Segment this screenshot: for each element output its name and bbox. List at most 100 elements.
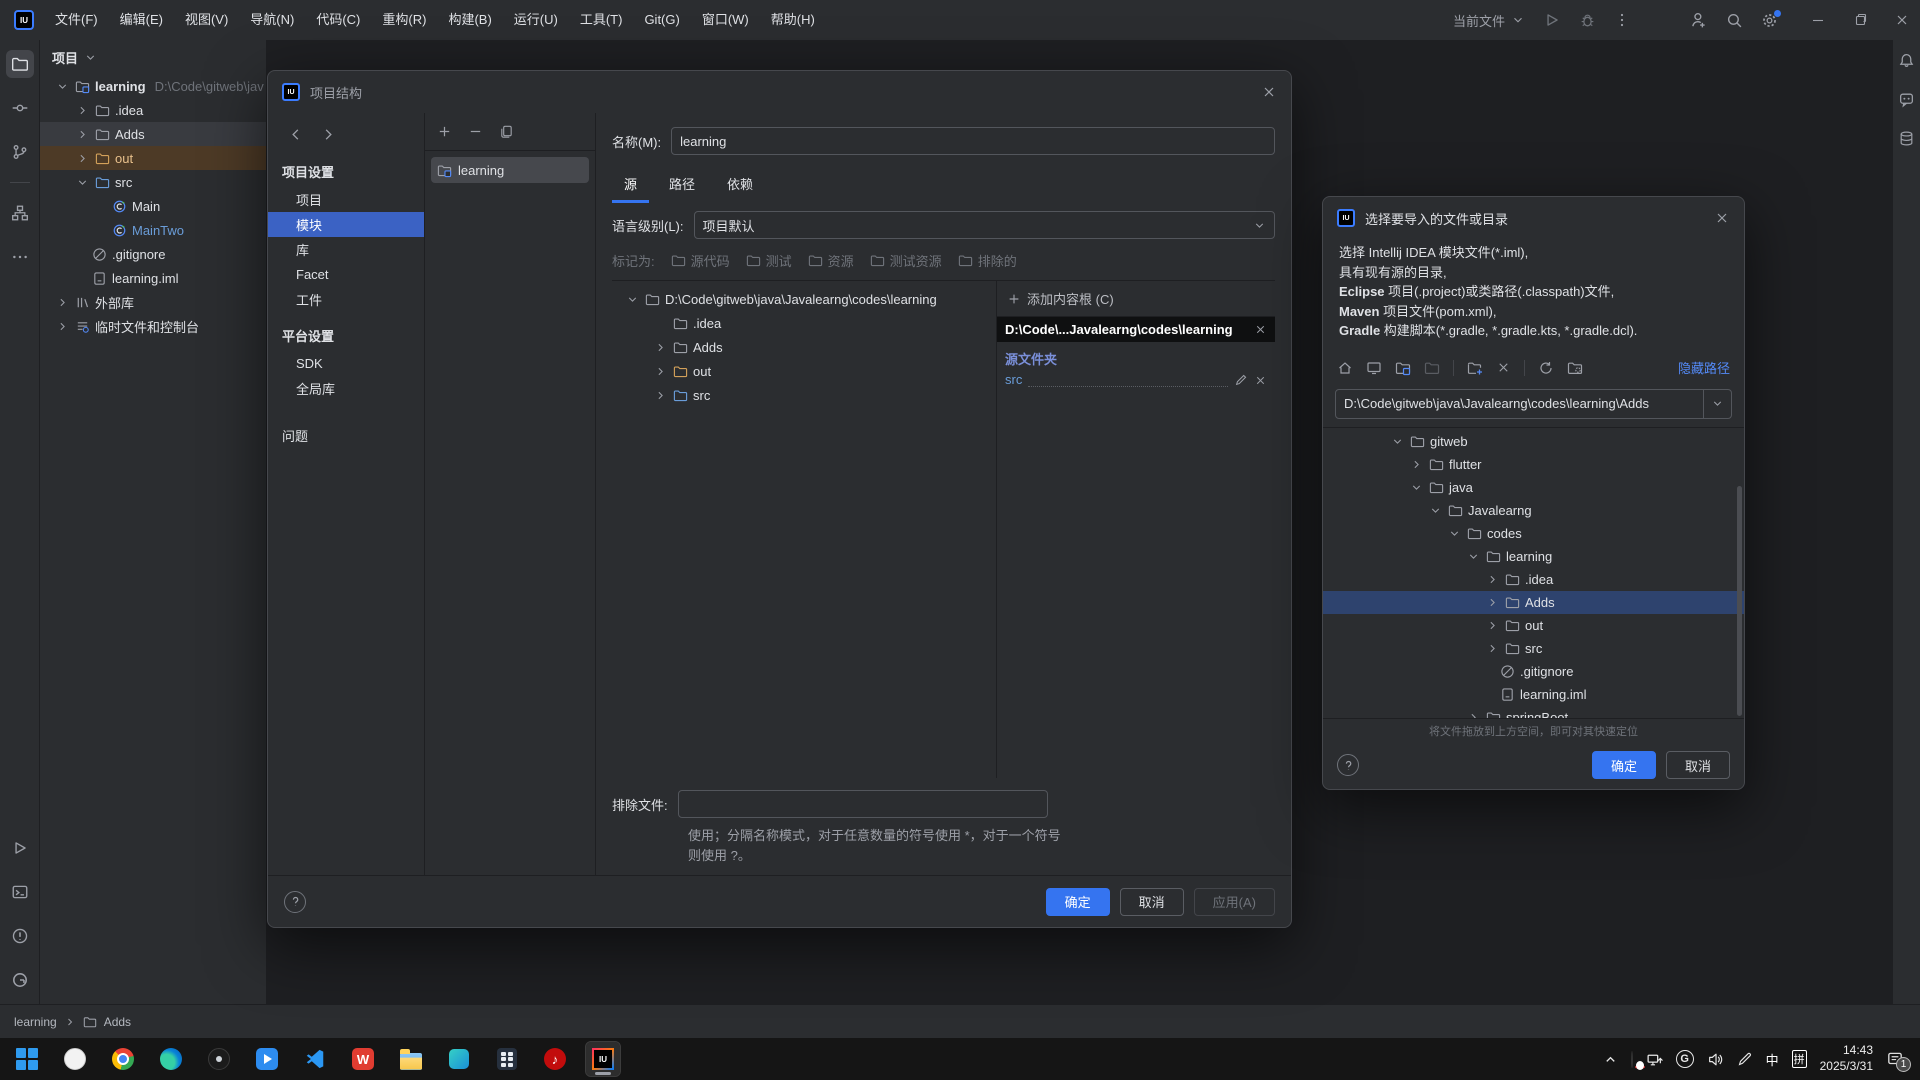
chevron-right-icon[interactable] bbox=[54, 296, 70, 309]
dialog-titlebar[interactable]: IU 选择要导入的文件或目录 bbox=[1323, 197, 1744, 239]
content-tree-item-out[interactable]: out bbox=[612, 359, 996, 383]
menu-tools[interactable]: 工具(T) bbox=[569, 0, 634, 40]
debug-icon[interactable] bbox=[1579, 12, 1596, 29]
chevron-right-icon[interactable] bbox=[1465, 711, 1481, 720]
taskbar-app-edge[interactable] bbox=[154, 1042, 188, 1076]
menu-run[interactable]: 运行(U) bbox=[503, 0, 569, 40]
file-tree-item-learning-iml[interactable]: learning.iml bbox=[1323, 683, 1744, 706]
sidebar-item-artifacts[interactable]: 工件 bbox=[268, 287, 424, 312]
tree-item-external-libraries[interactable]: 外部库 bbox=[40, 290, 266, 314]
chevron-down-icon[interactable] bbox=[1389, 435, 1405, 448]
chevron-down-icon[interactable] bbox=[624, 293, 640, 306]
tab-dependencies[interactable]: 依赖 bbox=[715, 165, 765, 203]
cancel-button[interactable]: 取消 bbox=[1666, 751, 1730, 779]
chevron-down-icon[interactable] bbox=[1408, 481, 1424, 494]
remove-content-root-icon[interactable] bbox=[1254, 323, 1267, 336]
tree-item-idea[interactable]: .idea bbox=[40, 98, 266, 122]
new-folder-icon[interactable] bbox=[1467, 360, 1483, 376]
module-directory-icon[interactable] bbox=[1424, 360, 1440, 376]
menu-refactor[interactable]: 重构(R) bbox=[371, 0, 437, 40]
chevron-right-icon[interactable] bbox=[652, 365, 668, 378]
content-root-row[interactable]: D:\Code\gitweb\java\Javalearng\codes\lea… bbox=[612, 287, 996, 311]
file-tree-item-gitignore[interactable]: .gitignore bbox=[1323, 660, 1744, 683]
dialog-titlebar[interactable]: IU 项目结构 bbox=[268, 71, 1291, 113]
hide-path-link[interactable]: 隐藏路径 bbox=[1678, 358, 1730, 377]
menu-help[interactable]: 帮助(H) bbox=[760, 0, 826, 40]
file-tree-item-flutter[interactable]: flutter bbox=[1323, 453, 1744, 476]
network-icon[interactable] bbox=[1646, 1051, 1663, 1068]
logitech-ghub-icon[interactable]: G bbox=[1676, 1050, 1694, 1068]
show-hidden-icon[interactable] bbox=[1567, 360, 1583, 376]
sidebar-item-facet[interactable]: Facet bbox=[268, 262, 424, 287]
chevron-down-icon[interactable] bbox=[1446, 527, 1462, 540]
refresh-icon[interactable] bbox=[1538, 360, 1554, 376]
language-level-select[interactable]: 项目默认 bbox=[694, 211, 1275, 239]
breadcrumb-folder[interactable]: Adds bbox=[104, 1015, 131, 1029]
chevron-down-icon[interactable] bbox=[1427, 504, 1443, 517]
structure-toolwindow-button[interactable] bbox=[6, 199, 34, 227]
chevron-right-icon[interactable] bbox=[1484, 573, 1500, 586]
exclude-files-input[interactable] bbox=[678, 790, 1048, 818]
chevron-right-icon[interactable] bbox=[54, 320, 70, 333]
tree-item-adds[interactable]: Adds bbox=[40, 122, 266, 146]
chevron-right-icon[interactable] bbox=[652, 389, 668, 402]
taskbar-app-player[interactable] bbox=[250, 1042, 284, 1076]
taskbar-app-vscode[interactable] bbox=[298, 1042, 332, 1076]
chevron-right-icon[interactable] bbox=[74, 104, 90, 117]
pen-icon[interactable] bbox=[1737, 1051, 1753, 1067]
ok-button[interactable]: 确定 bbox=[1592, 751, 1656, 779]
sidebar-item-libraries[interactable]: 库 bbox=[268, 237, 424, 262]
menu-code[interactable]: 代码(C) bbox=[305, 0, 371, 40]
taskbar-app-music[interactable]: ♪ bbox=[538, 1042, 572, 1076]
cancel-button[interactable]: 取消 bbox=[1120, 888, 1184, 916]
file-tree-item-src[interactable]: src bbox=[1323, 637, 1744, 660]
tree-item-learning-iml[interactable]: learning.iml bbox=[40, 266, 266, 290]
notifications-bell-icon[interactable] bbox=[1898, 52, 1915, 69]
source-folder-row[interactable]: src bbox=[997, 370, 1275, 389]
mark-sources-button[interactable]: 源代码 bbox=[671, 251, 730, 270]
taskbar-app-idea-active[interactable]: IU bbox=[586, 1042, 620, 1076]
database-toolwindow-icon[interactable] bbox=[1898, 130, 1915, 147]
run-configuration-selector[interactable]: 当前文件 bbox=[1453, 11, 1525, 30]
mark-excluded-button[interactable]: 排除的 bbox=[958, 251, 1017, 270]
remove-source-folder-icon[interactable] bbox=[1254, 374, 1267, 387]
sidebar-item-global-libraries[interactable]: 全局库 bbox=[268, 376, 424, 401]
sidebar-item-project[interactable]: 项目 bbox=[268, 187, 424, 212]
sidebar-item-problems[interactable]: 问题 bbox=[268, 423, 424, 448]
version-control-toolwindow-button[interactable] bbox=[6, 966, 34, 994]
taskbar-app-teal[interactable] bbox=[442, 1042, 476, 1076]
mark-test-resources-button[interactable]: 测试资源 bbox=[870, 251, 942, 270]
copy-module-icon[interactable] bbox=[499, 124, 514, 139]
content-tree-item-src[interactable]: src bbox=[612, 383, 996, 407]
settings-icon[interactable] bbox=[1761, 12, 1778, 29]
menu-file[interactable]: 文件(F) bbox=[44, 0, 109, 40]
mark-resources-button[interactable]: 资源 bbox=[808, 251, 854, 270]
chevron-down-icon[interactable] bbox=[74, 176, 90, 189]
taskbar-app-dark[interactable] bbox=[202, 1042, 236, 1076]
ok-button[interactable]: 确定 bbox=[1046, 888, 1110, 916]
file-tree-item-gitweb[interactable]: gitweb bbox=[1323, 430, 1744, 453]
help-icon[interactable] bbox=[1337, 754, 1359, 776]
chevron-down-icon[interactable] bbox=[1465, 550, 1481, 563]
chevron-down-icon[interactable] bbox=[1703, 390, 1731, 418]
window-minimize-icon[interactable] bbox=[1810, 12, 1826, 28]
taskbar-app-wps[interactable]: W bbox=[346, 1042, 380, 1076]
back-icon[interactable] bbox=[288, 127, 303, 142]
run-icon[interactable] bbox=[1543, 11, 1561, 29]
add-module-icon[interactable] bbox=[437, 124, 452, 139]
taskbar-app-circle[interactable] bbox=[58, 1042, 92, 1076]
tray-expand-icon[interactable] bbox=[1603, 1052, 1618, 1067]
menu-view[interactable]: 视图(V) bbox=[174, 0, 239, 40]
menu-build[interactable]: 构建(B) bbox=[437, 0, 502, 40]
tree-item-learning-root[interactable]: learning D:\Code\gitweb\jav bbox=[40, 74, 266, 98]
project-directory-icon[interactable] bbox=[1395, 360, 1411, 376]
content-root-header[interactable]: D:\Code\...Javalearng\codes\learning bbox=[997, 317, 1275, 342]
file-tree-item-learning[interactable]: learning bbox=[1323, 545, 1744, 568]
volume-icon[interactable] bbox=[1707, 1051, 1724, 1068]
file-tree-item-out[interactable]: out bbox=[1323, 614, 1744, 637]
path-combobox[interactable]: D:\Code\gitweb\java\Javalearng\codes\lea… bbox=[1335, 389, 1732, 419]
desktop-directory-icon[interactable] bbox=[1366, 360, 1382, 376]
ime-language-indicator[interactable]: 中 bbox=[1766, 1050, 1779, 1069]
module-name-input[interactable] bbox=[671, 127, 1275, 155]
sidebar-item-sdk[interactable]: SDK bbox=[268, 351, 424, 376]
